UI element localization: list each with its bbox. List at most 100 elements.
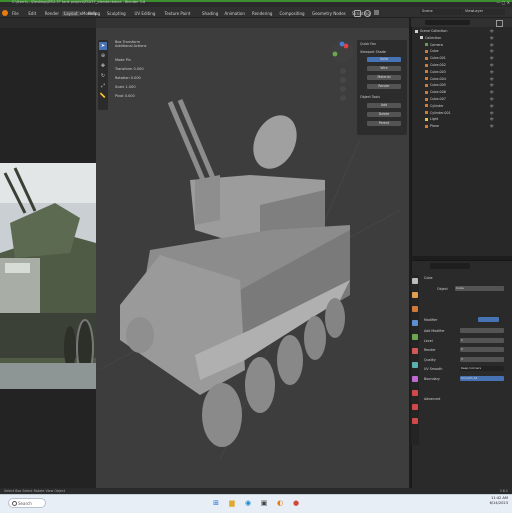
outliner-row[interactable]: Scene Collection [415,29,447,34]
blender-app-icon[interactable]: ◐ [274,497,286,509]
outliner-row[interactable]: Light [415,117,438,122]
properties-tab-icon[interactable] [412,292,418,298]
perspective-toggle-icon[interactable] [340,95,346,101]
visibility-eye-icon[interactable]: 👁 [490,63,494,68]
tab-compositing[interactable]: Compositing [280,11,305,16]
tab-animation[interactable]: Animation [225,11,245,16]
menu-item-file[interactable]: File [12,11,19,16]
tab-sculpting[interactable]: Sculpting [107,11,126,16]
windows-start-icon[interactable]: ⊞ [210,497,222,509]
shading-button[interactable]: Render [367,84,401,89]
menu-item-render[interactable]: Render [45,11,59,16]
outliner-row[interactable]: Cube.002 [415,63,446,68]
outliner-row[interactable]: Cylinder [415,104,444,109]
camera-view-icon[interactable] [340,86,346,92]
mesh-icon [425,104,428,108]
outliner-row[interactable]: Cube.007 [415,97,446,102]
tab-modeling[interactable]: Modeling [82,11,100,16]
outliner-row[interactable]: Plane [415,124,439,129]
outliner-row[interactable]: Cube.004 [415,77,446,82]
file-explorer-icon[interactable]: ▆ [226,497,238,509]
visibility-eye-icon[interactable]: 👁 [490,29,494,34]
advanced-section[interactable]: Advanced [424,397,440,401]
tab-shading[interactable]: Shading [202,11,218,16]
menu-item-edit[interactable]: Edit [28,11,36,16]
visibility-eye-icon[interactable]: 👁 [490,70,494,75]
toggle-icon[interactable] [374,10,379,15]
transform-row[interactable]: Transform 0.000 [115,67,175,71]
visibility-eye-icon[interactable]: 👁 [490,124,494,129]
outliner-row[interactable]: Cube.005 [415,83,446,88]
visibility-eye-icon[interactable]: 👁 [490,97,494,102]
store-icon[interactable]: ▣ [258,497,270,509]
outliner-row[interactable]: Collection [415,36,441,41]
properties-tab-icon[interactable] [412,390,418,396]
visibility-eye-icon[interactable]: 👁 [490,49,494,54]
visibility-eye-icon[interactable]: 👁 [490,104,494,109]
3d-model-zsu37[interactable] [79,80,421,461]
tab-rendering[interactable]: Rendering [252,11,272,16]
properties-tab-icon[interactable] [412,320,418,326]
properties-tab-icon[interactable] [412,306,418,312]
toggle-icon[interactable] [354,10,361,17]
field-value[interactable]: 1 [460,337,504,343]
visibility-eye-icon[interactable]: 👁 [490,90,494,95]
object-tool-button[interactable]: Delete [367,112,401,117]
transform-row[interactable]: Mode Pin [115,58,175,62]
visibility-eye-icon[interactable]: 👁 [490,117,494,122]
tab-texture-paint[interactable]: Texture Paint [165,11,191,16]
pan-icon[interactable] [340,77,346,83]
cursor-tool-icon[interactable]: ⊕ [99,52,107,60]
filter-icon[interactable] [496,20,503,27]
navigation-gizmo[interactable] [330,40,354,64]
properties-tab-icon[interactable] [412,348,418,354]
viewlayer-selector[interactable]: ViewLayer [463,9,505,15]
window-controls[interactable]: — ▢ ✕ [496,0,510,5]
move-tool-icon[interactable]: ✥ [99,62,107,70]
properties-tab-icon[interactable] [412,334,418,340]
outliner-row[interactable]: Camera [415,43,443,48]
shading-button[interactable]: Solid [367,57,401,62]
visibility-eye-icon[interactable]: 👁 [490,77,494,82]
zoom-icon[interactable] [340,68,346,74]
properties-search-input[interactable] [430,263,470,269]
outliner-search-input[interactable] [425,20,470,25]
outliner-row[interactable]: Cube.003 [415,70,446,75]
select-tool-icon[interactable]: ➤ [99,42,107,50]
object-tool-button[interactable]: Parent [367,121,401,126]
field-value[interactable]: Keep Corners [460,366,504,371]
visibility-eye-icon[interactable]: 👁 [490,43,494,48]
shading-button[interactable]: Wire [367,66,401,71]
edge-browser-icon[interactable]: ◉ [242,497,254,509]
outliner-row[interactable]: Cube [415,49,439,54]
field-value[interactable]: 2 [460,347,504,352]
system-clock[interactable]: 11:42 AM 6/14/2023 [490,496,508,506]
object-tool-button[interactable]: Add [367,103,401,108]
outliner-row[interactable]: Cylinder.001 [415,111,451,116]
outliner-row[interactable]: Cube.001 [415,56,446,61]
properties-tab-icon[interactable] [412,278,418,284]
visibility-eye-icon[interactable]: 👁 [490,56,494,61]
tab-layout[interactable]: Layout [62,11,80,16]
outliner-row[interactable]: Cube.006 [415,90,446,95]
toggle-icon[interactable] [364,10,371,17]
chrome-icon[interactable]: ● [290,497,302,509]
object-name-field[interactable]: Cube [455,286,504,291]
properties-tab-icon[interactable] [412,418,418,424]
field-value[interactable] [460,328,504,333]
rotate-tool-icon[interactable]: ↻ [99,72,107,80]
shading-button[interactable]: Material [367,75,401,80]
scene-selector[interactable]: Scene [420,9,462,15]
blender-logo-icon[interactable] [2,10,8,16]
tab-uv-editing[interactable]: UV Editing [135,11,156,16]
properties-tab-icon[interactable] [412,362,418,368]
modifier-toggle[interactable] [478,317,499,322]
properties-tab-icon[interactable] [412,376,418,382]
visibility-eye-icon[interactable]: 👁 [490,111,494,116]
visibility-eye-icon[interactable]: 👁 [490,83,494,88]
visibility-eye-icon[interactable]: 👁 [490,36,494,41]
properties-tab-icon[interactable] [412,404,418,410]
field-value[interactable]: 3 [460,356,504,362]
field-value[interactable]: Smooth All [460,375,504,381]
tab-geometry-nodes[interactable]: Geometry Nodes [312,11,346,16]
